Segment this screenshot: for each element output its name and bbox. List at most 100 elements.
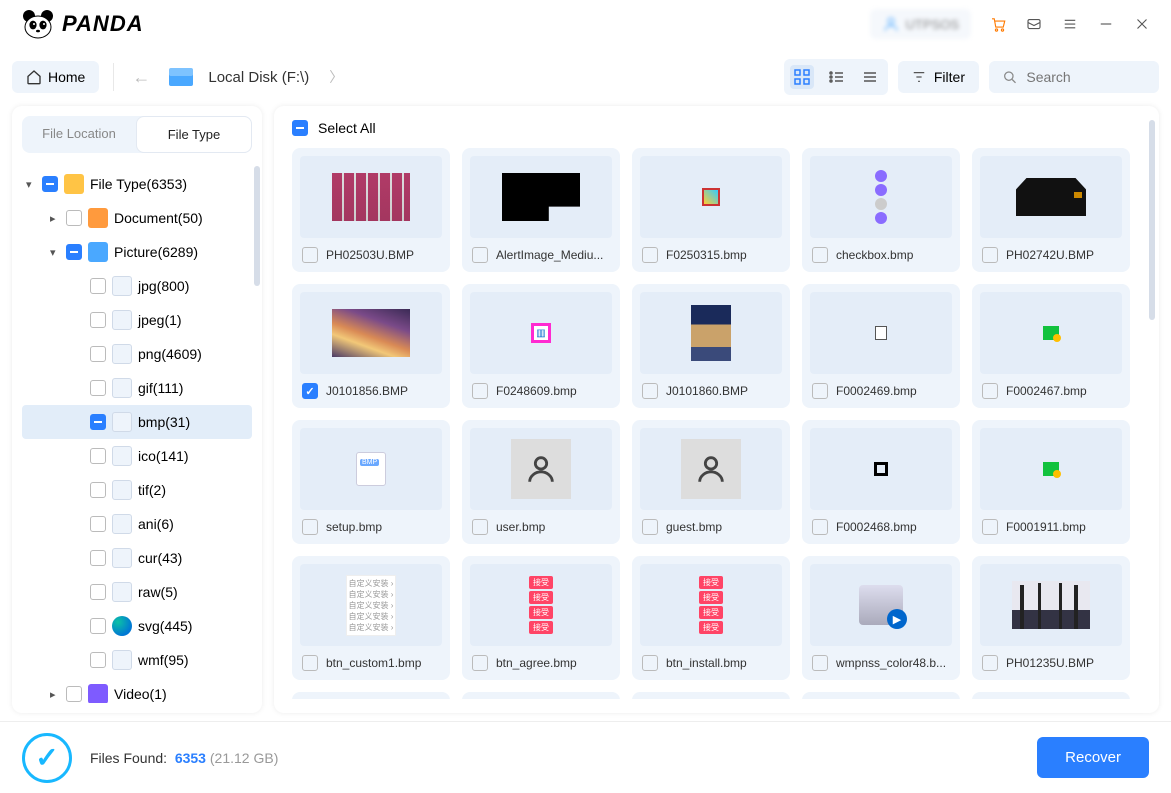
- file-checkbox[interactable]: [812, 655, 828, 671]
- tree-checkbox[interactable]: [66, 686, 82, 702]
- tree-checkbox[interactable]: [90, 312, 106, 328]
- expand-icon[interactable]: ▾: [26, 178, 36, 191]
- tree-checkbox[interactable]: [66, 244, 82, 260]
- tab-file-location[interactable]: File Location: [22, 116, 136, 153]
- file-checkbox[interactable]: [472, 655, 488, 671]
- tree-checkbox[interactable]: [90, 516, 106, 532]
- file-checkbox[interactable]: [982, 655, 998, 671]
- tree-checkbox[interactable]: [90, 380, 106, 396]
- tree-checkbox[interactable]: [66, 210, 82, 226]
- view-list-button[interactable]: [824, 65, 848, 89]
- tree-item-0[interactable]: ▾File Type(6353): [22, 167, 252, 201]
- file-card[interactable]: PH02503U.BMP: [292, 148, 450, 272]
- tree-checkbox[interactable]: [90, 482, 106, 498]
- tree-checkbox[interactable]: [90, 584, 106, 600]
- tree-item-3[interactable]: jpg(800): [22, 269, 252, 303]
- file-card[interactable]: 接受接受接受接受btn_agree.bmp: [462, 556, 620, 680]
- select-all-row[interactable]: Select All: [292, 120, 1141, 136]
- file-card[interactable]: BMPsetup.bmp: [292, 420, 450, 544]
- file-checkbox[interactable]: [812, 247, 828, 263]
- tree-checkbox[interactable]: [90, 448, 106, 464]
- tree-checkbox[interactable]: [90, 278, 106, 294]
- recover-button[interactable]: Recover: [1037, 737, 1149, 778]
- file-card[interactable]: ▥F0248609.bmp: [462, 284, 620, 408]
- file-card[interactable]: guest.bmp: [632, 420, 790, 544]
- file-checkbox[interactable]: [302, 519, 318, 535]
- file-card[interactable]: F0002467.bmp: [972, 284, 1130, 408]
- file-card[interactable]: 接受接受接受接受btn_install.bmp: [632, 556, 790, 680]
- back-button[interactable]: ←: [128, 67, 154, 88]
- tree-item-1[interactable]: ▸Document(50): [22, 201, 252, 235]
- cart-icon[interactable]: [989, 15, 1007, 33]
- tree-item-2[interactable]: ▾Picture(6289): [22, 235, 252, 269]
- file-card[interactable]: J0101860.BMP: [632, 284, 790, 408]
- home-button[interactable]: Home: [12, 61, 99, 93]
- file-card[interactable]: checkbox.bmp: [802, 148, 960, 272]
- search-box[interactable]: [989, 61, 1159, 93]
- tree-item-9[interactable]: tif(2): [22, 473, 252, 507]
- file-card[interactable]: [632, 692, 790, 699]
- tree-item-6[interactable]: gif(111): [22, 371, 252, 405]
- view-detail-button[interactable]: [858, 65, 882, 89]
- file-card[interactable]: user.bmp: [462, 420, 620, 544]
- tree-item-10[interactable]: ani(6): [22, 507, 252, 541]
- breadcrumb[interactable]: Local Disk (F:\): [208, 69, 309, 86]
- tree-checkbox[interactable]: [90, 652, 106, 668]
- minimize-icon[interactable]: [1097, 15, 1115, 33]
- tree-item-13[interactable]: svg(445): [22, 609, 252, 643]
- file-checkbox[interactable]: [642, 247, 658, 263]
- tree-item-5[interactable]: png(4609): [22, 337, 252, 371]
- tree-item-4[interactable]: jpeg(1): [22, 303, 252, 337]
- file-card[interactable]: PH01235U.BMP: [972, 556, 1130, 680]
- tree-item-15[interactable]: ▸Video(1): [22, 677, 252, 703]
- file-checkbox[interactable]: [302, 655, 318, 671]
- tree-item-7[interactable]: bmp(31): [22, 405, 252, 439]
- tree-item-8[interactable]: ico(141): [22, 439, 252, 473]
- file-checkbox[interactable]: [982, 383, 998, 399]
- file-card[interactable]: F0002469.bmp: [802, 284, 960, 408]
- file-checkbox[interactable]: [302, 383, 318, 399]
- file-checkbox[interactable]: [642, 655, 658, 671]
- tree-item-11[interactable]: cur(43): [22, 541, 252, 575]
- file-checkbox[interactable]: [642, 383, 658, 399]
- file-card[interactable]: 自定义安装 ›自定义安装 ›: [972, 692, 1130, 699]
- tree-checkbox[interactable]: [90, 414, 106, 430]
- file-checkbox[interactable]: [472, 247, 488, 263]
- view-grid-button[interactable]: [790, 65, 814, 89]
- account-button[interactable]: UTPSOS: [870, 9, 971, 39]
- file-checkbox[interactable]: [472, 519, 488, 535]
- file-card[interactable]: F0002468.bmp: [802, 420, 960, 544]
- file-checkbox[interactable]: [472, 383, 488, 399]
- file-card[interactable]: [462, 692, 620, 699]
- file-card[interactable]: PH02742U.BMP: [972, 148, 1130, 272]
- file-checkbox[interactable]: [812, 519, 828, 535]
- file-card[interactable]: AlertImage_Mediu...: [462, 148, 620, 272]
- tab-file-type[interactable]: File Type: [136, 116, 252, 153]
- expand-icon[interactable]: ▸: [50, 212, 60, 225]
- file-card[interactable]: 自定义安装 ›自定义安装 ›自定义安装 ›自定义安装 ›自定义安装 ›btn_c…: [292, 556, 450, 680]
- tree-item-12[interactable]: raw(5): [22, 575, 252, 609]
- file-checkbox[interactable]: [982, 247, 998, 263]
- file-card[interactable]: ▶wmpnss_color48.b...: [802, 556, 960, 680]
- tree-checkbox[interactable]: [42, 176, 58, 192]
- content-scrollbar[interactable]: [1149, 120, 1155, 320]
- file-card[interactable]: 不同意: [292, 692, 450, 699]
- file-card[interactable]: [802, 692, 960, 699]
- inbox-icon[interactable]: [1025, 15, 1043, 33]
- tree-checkbox[interactable]: [90, 346, 106, 362]
- file-card[interactable]: F0250315.bmp: [632, 148, 790, 272]
- tree-checkbox[interactable]: [90, 550, 106, 566]
- file-card[interactable]: F0001911.bmp: [972, 420, 1130, 544]
- file-checkbox[interactable]: [812, 383, 828, 399]
- tree-item-14[interactable]: wmf(95): [22, 643, 252, 677]
- expand-icon[interactable]: ▾: [50, 246, 60, 259]
- file-card[interactable]: J0101856.BMP: [292, 284, 450, 408]
- sidebar-scrollbar[interactable]: [254, 166, 260, 286]
- close-icon[interactable]: [1133, 15, 1151, 33]
- file-checkbox[interactable]: [302, 247, 318, 263]
- select-all-checkbox[interactable]: [292, 120, 308, 136]
- file-checkbox[interactable]: [642, 519, 658, 535]
- menu-icon[interactable]: [1061, 15, 1079, 33]
- tree-checkbox[interactable]: [90, 618, 106, 634]
- search-input[interactable]: [1026, 69, 1145, 85]
